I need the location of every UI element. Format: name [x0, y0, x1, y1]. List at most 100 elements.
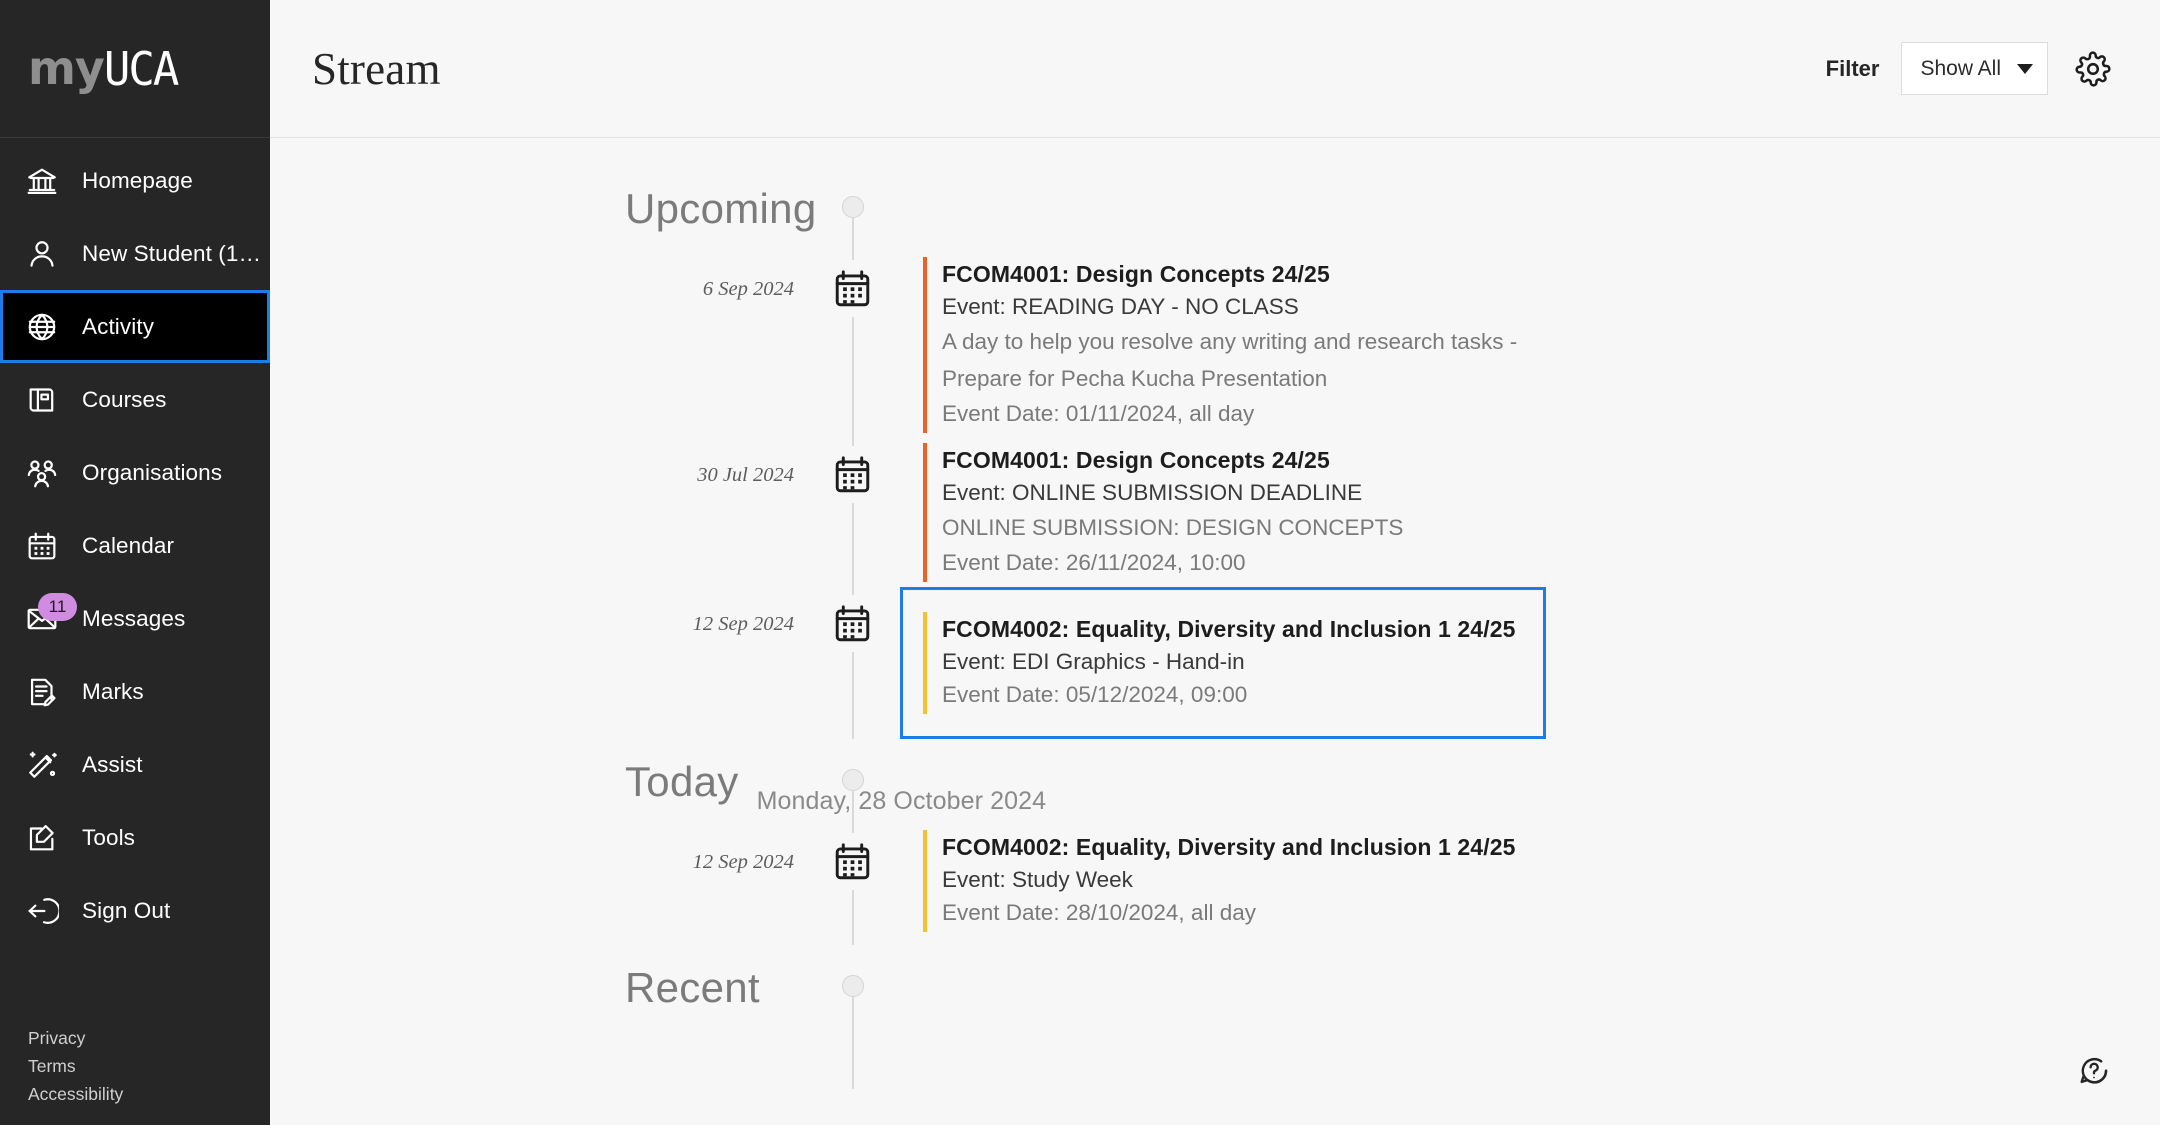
timeline-line [852, 997, 854, 1089]
section-title: Recent [625, 964, 760, 1011]
sidebar-item-activity[interactable]: Activity [0, 290, 270, 363]
sidebar-item-tools[interactable]: Tools [0, 801, 270, 874]
help-question-icon[interactable] [2070, 1047, 2118, 1095]
stream-section: Today Monday, 28 October 2024 12 Sep 2024 … [270, 739, 2160, 945]
sidebar-item-calendar[interactable]: Calendar [0, 509, 270, 582]
event-card-body: FCOM4001: Design Concepts 24/25 Event: RE… [942, 257, 1582, 433]
stream-event-card[interactable]: FCOM4002: Equality, Diversity and Inclus… [900, 587, 1547, 739]
messages-badge: 11 [38, 592, 77, 621]
timeline-dot [842, 769, 864, 791]
sidebar-item-label: Messages [82, 605, 186, 631]
document-pen-icon [19, 669, 65, 715]
bank-icon [19, 158, 65, 204]
sidebar-item-messages[interactable]: 11 Messages [0, 582, 270, 655]
event-posted-date: 30 Jul 2024 [697, 464, 794, 486]
event-card-body: FCOM4002: Equality, Diversity and Inclus… [942, 612, 1515, 714]
event-card-body: FCOM4002: Equality, Diversity and Inclus… [942, 830, 1515, 932]
stream-event-card[interactable]: FCOM4001: Design Concepts 24/25 Event: RE… [920, 252, 1585, 438]
sidebar-item-label: Activity [82, 313, 155, 339]
stream-section: Recent [270, 945, 2160, 1089]
stream-event-row: 6 Sep 2024 FCOM4001: Design Concepts 24/… [270, 252, 2160, 438]
footer-link-accessibility[interactable]: Accessibility [28, 1081, 123, 1107]
sidebar-item-sign-out[interactable]: Sign Out [0, 874, 270, 947]
top-bar-controls: Filter Show All [1826, 42, 2116, 95]
section-subtitle: Monday, 28 October 2024 [756, 787, 1047, 815]
event-name: Event: READING DAY - NO CLASS [942, 294, 1299, 319]
sidebar-item-courses[interactable]: Courses [0, 363, 270, 436]
filter-label: Filter [1825, 55, 1880, 81]
event-name: Event: EDI Graphics - Hand-in [942, 649, 1245, 674]
stream-event-row: 12 Sep 2024 FCOM4002: Equality, Diversit… [270, 825, 2160, 945]
sidebar: myUCA Homepage New Student (1234… Activity… [0, 0, 270, 1125]
sidebar-item-label: Assist [82, 751, 143, 777]
people-icon [19, 450, 65, 496]
sidebar-item-label: Tools [82, 824, 136, 850]
sidebar-item-assist[interactable]: Assist [0, 728, 270, 801]
brand-suffix: UCA [103, 42, 179, 97]
event-posted-date: 12 Sep 2024 [692, 851, 794, 873]
event-accent-bar [923, 443, 927, 582]
sign-out-icon [19, 888, 65, 934]
stream-event-row: 30 Jul 2024 FCOM4001: Design Concepts 24… [270, 438, 2160, 587]
brand-prefix: my [28, 41, 105, 95]
sidebar-footer: Privacy Terms Accessibility [0, 1025, 270, 1125]
sidebar-item-label: Sign Out [82, 897, 171, 923]
brand-logo[interactable]: my UCA [0, 0, 270, 138]
section-title: Upcoming [625, 185, 817, 232]
sidebar-item-marks[interactable]: Marks [0, 655, 270, 728]
stream-event-card[interactable]: FCOM4001: Design Concepts 24/25 Event: ON… [920, 438, 1406, 587]
calendar-event-icon [810, 252, 894, 317]
timeline-dot [842, 196, 864, 218]
event-card-body: FCOM4001: Design Concepts 24/25 Event: ON… [942, 443, 1403, 582]
stream-section: Upcoming 6 Sep 2024 FCOM4001: Design Conc… [270, 166, 2160, 739]
globe-icon [19, 304, 65, 350]
event-date-line: Event Date: 01/11/2024, all day [942, 401, 1255, 426]
calendar-event-icon [810, 825, 894, 890]
event-description: ONLINE SUBMISSION: DESIGN CONCEPTS [942, 515, 1404, 540]
main-content: Stream Filter Show All Upcoming 6 Sep 202… [270, 0, 2160, 1125]
event-description: A day to help you resolve any writing an… [942, 329, 1518, 391]
event-posted-date: 6 Sep 2024 [702, 278, 794, 300]
calendar-icon [19, 523, 65, 569]
stream-event-row: 12 Sep 2024 FCOM4002: Equality, Diversit… [270, 587, 2160, 739]
footer-link-terms[interactable]: Terms [28, 1053, 76, 1079]
activity-stream: Upcoming 6 Sep 2024 FCOM4001: Design Conc… [270, 138, 2160, 1125]
event-date-line: Event Date: 05/12/2024, 09:00 [942, 682, 1248, 707]
section-header: Today Monday, 28 October 2024 [270, 739, 2160, 825]
sidebar-item-label: Homepage [82, 167, 193, 193]
sidebar-item-label: Marks [82, 678, 144, 704]
event-course-title: FCOM4002: Equality, Diversity and Inclus… [942, 616, 1516, 642]
event-course-title: FCOM4001: Design Concepts 24/25 [942, 447, 1330, 473]
event-course-title: FCOM4001: Design Concepts 24/25 [942, 261, 1330, 287]
event-date-line: Event Date: 26/11/2024, 10:00 [942, 550, 1246, 575]
sidebar-item-label: Organisations [82, 459, 223, 485]
top-bar: Stream Filter Show All [270, 0, 2160, 138]
stream-event-card[interactable]: FCOM4002: Equality, Diversity and Inclus… [920, 825, 1518, 937]
timeline: Upcoming 6 Sep 2024 FCOM4001: Design Conc… [270, 138, 2160, 1089]
book-icon [19, 377, 65, 423]
page-title: Stream [312, 43, 441, 94]
event-posted-date: 12 Sep 2024 [692, 613, 794, 635]
event-name: Event: Study Week [942, 867, 1133, 892]
app-window: myUCA Homepage New Student (1234… Activity… [0, 0, 2160, 1125]
sidebar-item-label: New Student (1234… [82, 240, 262, 266]
event-accent-bar [923, 257, 927, 433]
event-accent-bar [923, 830, 927, 932]
envelope-icon: 11 [19, 592, 77, 642]
sidebar-item-new-student-1234[interactable]: New Student (1234… [0, 217, 270, 290]
sidebar-item-label: Courses [82, 386, 167, 412]
section-header: Recent [270, 945, 2160, 1031]
sidebar-nav: Homepage New Student (1234… Activity Course… [0, 138, 270, 1025]
filter-select-value: Show All [1920, 56, 2001, 80]
chevron-down-icon [2017, 63, 2033, 74]
event-date-line: Event Date: 28/10/2024, all day [942, 900, 1256, 925]
event-accent-bar [923, 612, 927, 714]
footer-link-privacy[interactable]: Privacy [28, 1025, 85, 1051]
event-name: Event: ONLINE SUBMISSION DEADLINE [942, 480, 1363, 505]
sidebar-item-organisations[interactable]: Organisations [0, 436, 270, 509]
filter-select[interactable]: Show All [1901, 42, 2048, 95]
sidebar-item-homepage[interactable]: Homepage [0, 144, 270, 217]
gear-icon[interactable] [2070, 46, 2116, 92]
sidebar-item-label: Calendar [82, 532, 175, 558]
section-header: Upcoming [270, 166, 2160, 252]
